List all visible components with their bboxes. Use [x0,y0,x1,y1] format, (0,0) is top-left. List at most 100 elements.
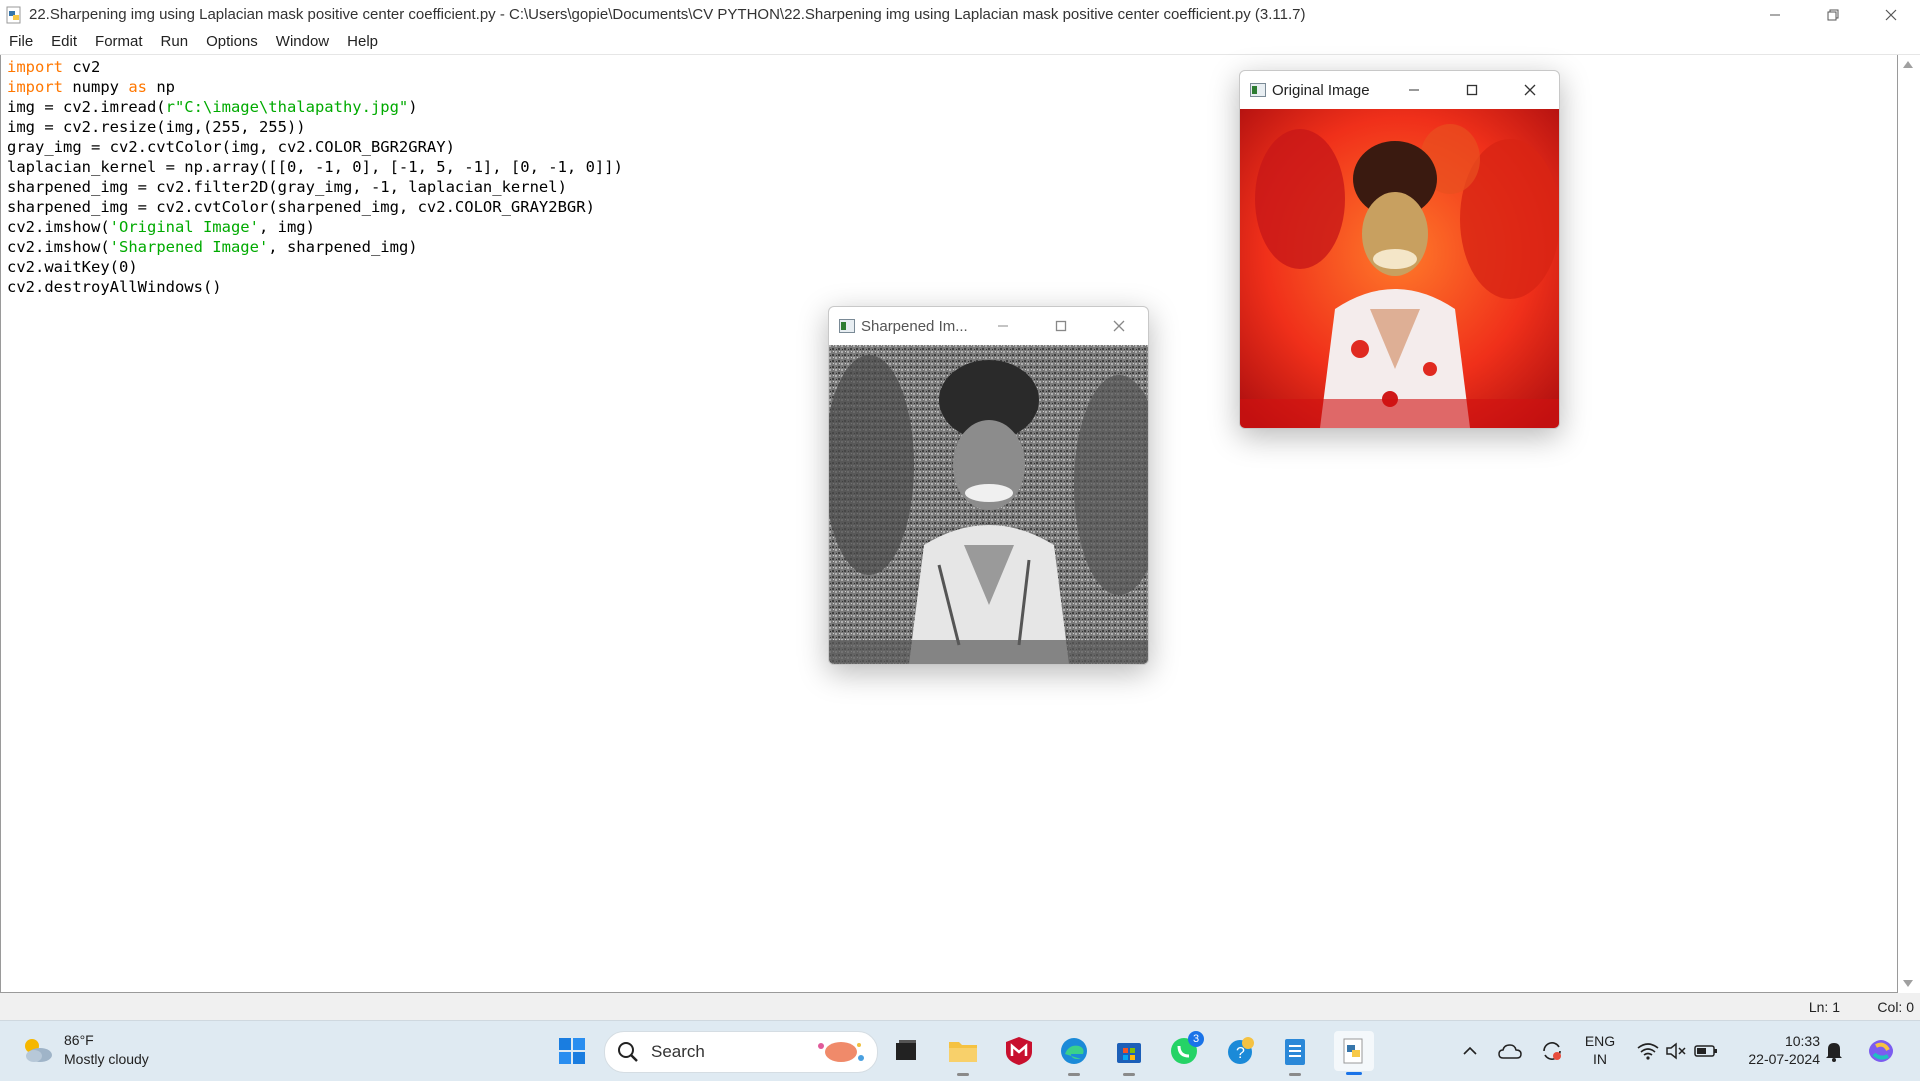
menu-bar: File Edit Format Run Options Window Help [0,29,1920,55]
active-indicator [1346,1072,1362,1075]
code-token: laplacian_kernel = np.array([[0, -1, 0],… [7,158,623,176]
code-line[interactable]: cv2.waitKey(0) [7,257,623,277]
sharpened-window-titlebar[interactable]: Sharpened Im... [829,307,1148,345]
code-token: numpy [63,78,129,96]
chevron-up-icon [1463,1046,1477,1055]
clock[interactable]: 10:33 22-07-2024 [1734,1032,1820,1068]
copilot-button[interactable] [1864,1035,1898,1067]
original-window-titlebar[interactable]: Original Image [1240,71,1559,109]
start-button[interactable] [556,1035,588,1067]
tray-overflow-button[interactable] [1458,1035,1482,1067]
original-maximize-button[interactable] [1443,71,1501,109]
taskbar-notepad[interactable] [1279,1035,1311,1076]
taskbar: 86°F Mostly cloudy Search 3 ? ENG IN 10:… [0,1020,1920,1081]
clock-date: 22-07-2024 [1748,1051,1820,1067]
code-token: gray_img = cv2.cvtColor(img, cv2.COLOR_B… [7,138,455,156]
menu-options[interactable]: Options [197,33,267,50]
python-idle-icon [1343,1038,1363,1064]
code-line[interactable]: gray_img = cv2.cvtColor(img, cv2.COLOR_B… [7,137,623,157]
help-icon: ? [1228,1037,1254,1064]
minimize-button[interactable] [1746,0,1804,29]
search-label: Search [651,1042,705,1061]
sharpened-maximize-button[interactable] [1032,307,1090,345]
code-token: , sharpened_img) [268,238,418,256]
original-minimize-button[interactable] [1385,71,1443,109]
tray-sync[interactable] [1538,1035,1566,1067]
sharpened-minimize-button[interactable] [974,307,1032,345]
menu-format[interactable]: Format [86,33,152,50]
weather-description: Mostly cloudy [64,1051,149,1067]
taskbar-edge[interactable] [1058,1035,1090,1076]
minimize-icon [998,325,1008,327]
menu-help[interactable]: Help [338,33,387,50]
tray-wifi[interactable] [1634,1035,1662,1067]
tray-volume[interactable] [1662,1035,1690,1067]
restore-button[interactable] [1804,0,1862,29]
code-token: cv2.imshow( [7,238,110,256]
maximize-icon [1466,84,1478,96]
clock-time: 10:33 [1784,1033,1820,1049]
sharpened-image-window[interactable]: Sharpened Im... [828,306,1149,665]
code-line[interactable]: import numpy as np [7,77,623,97]
sharpened-close-button[interactable] [1090,307,1148,345]
battery-icon [1694,1045,1717,1057]
taskbar-task-view[interactable] [890,1035,922,1067]
original-close-button[interactable] [1501,71,1559,109]
opencv-window-icon [1250,83,1266,97]
code-line[interactable]: import cv2 [7,57,623,77]
taskbar-store[interactable] [1113,1035,1145,1076]
code-string: 'Sharpened Image' [109,238,269,256]
close-button[interactable] [1862,0,1920,29]
close-icon [1524,84,1536,96]
menu-window[interactable]: Window [267,33,338,50]
code-token: cv2.destroyAllWindows() [7,278,222,296]
editor-title-bar: 22.Sharpening img using Laplacian mask p… [0,0,1920,29]
code-line[interactable]: sharpened_img = cv2.cvtColor(sharpened_i… [7,197,623,217]
taskbar-mcafee[interactable] [1003,1035,1035,1067]
code-line[interactable]: cv2.imshow('Original Image', img) [7,217,623,237]
taskbar-python-idle[interactable] [1334,1031,1374,1075]
code-token: cv2 [63,58,101,76]
menu-run[interactable]: Run [152,33,198,50]
original-color-photo [1240,109,1559,428]
column-indicator: Col: 0 [1877,999,1914,1015]
status-bar: Ln: 1 Col: 0 [0,993,1920,1020]
mcafee-icon [1006,1037,1032,1065]
opencv-window-icon [839,319,855,333]
region-code: IN [1593,1051,1607,1067]
restore-icon [1827,9,1839,20]
taskbar-whatsapp[interactable]: 3 [1168,1031,1204,1067]
code-line[interactable]: sharpened_img = cv2.filter2D(gray_img, -… [7,177,623,197]
microsoft-store-icon [1117,1043,1141,1063]
search-highlight-icon [818,1042,864,1062]
tray-battery[interactable] [1692,1035,1720,1067]
code-line[interactable]: img = cv2.imread(r"C:\image\thalapathy.j… [7,97,623,117]
code-text[interactable]: import cv2 import numpy as np img = cv2.im… [7,57,623,297]
menu-file[interactable]: File [0,33,42,50]
code-token: cv2.waitKey(0) [7,258,138,276]
scroll-down-arrow-icon[interactable] [1903,980,1913,987]
vertical-scrollbar[interactable] [1898,55,1920,993]
code-line[interactable]: cv2.imshow('Sharpened Image', sharpened_… [7,237,623,257]
original-image-window[interactable]: Original Image [1239,70,1560,429]
code-token: sharpened_img = cv2.filter2D(gray_img, -… [7,178,567,196]
code-line[interactable]: laplacian_kernel = np.array([[0, -1, 0],… [7,157,623,177]
menu-edit[interactable]: Edit [42,33,86,50]
svg-text:?: ? [1236,1045,1245,1062]
tray-onedrive[interactable] [1496,1035,1524,1067]
weather-widget[interactable]: 86°F Mostly cloudy [20,1031,149,1069]
code-line[interactable]: cv2.destroyAllWindows() [7,277,623,297]
taskbar-file-explorer[interactable] [947,1035,979,1076]
edge-browser-icon [1061,1038,1087,1064]
code-token: ) [408,98,418,116]
scroll-up-arrow-icon[interactable] [1903,61,1913,68]
bell-icon [1826,1043,1842,1062]
window-title: 22.Sharpening img using Laplacian mask p… [29,6,1306,23]
notification-button[interactable] [1820,1035,1848,1067]
language-indicator[interactable]: ENG IN [1580,1032,1620,1068]
code-keyword: import [7,78,63,96]
code-line[interactable]: img = cv2.resize(img,(255, 255)) [7,117,623,137]
onedrive-cloud-icon [1498,1044,1522,1059]
taskbar-search-box[interactable]: Search [604,1031,878,1073]
taskbar-help[interactable]: ? [1224,1035,1256,1067]
